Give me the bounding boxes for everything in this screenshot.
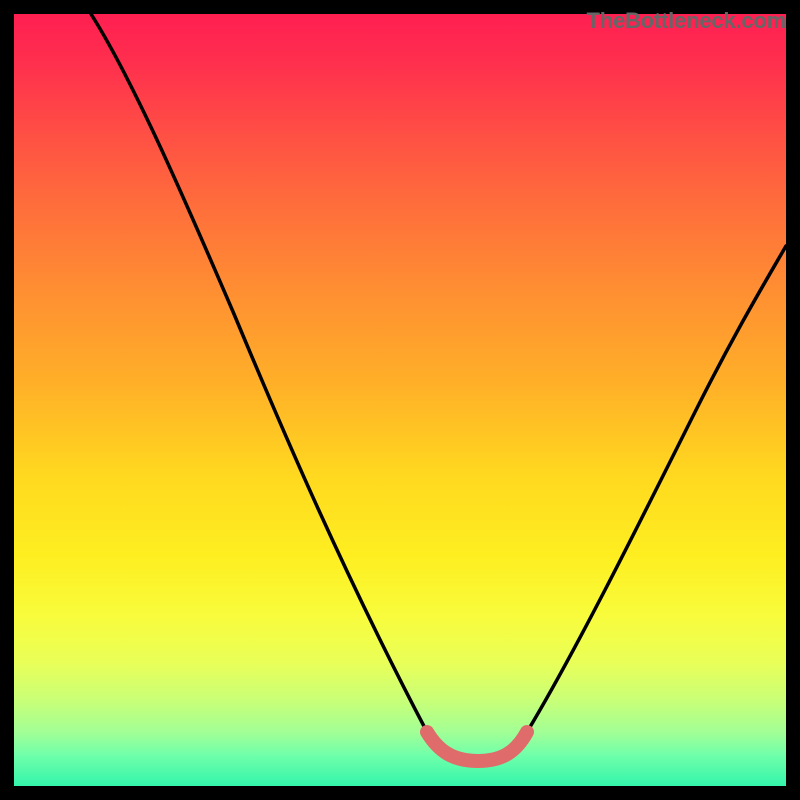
- plot-area: [14, 14, 786, 786]
- bottleneck-curve: [14, 14, 786, 786]
- watermark-text: TheBottleneck.com: [586, 8, 786, 34]
- canvas: TheBottleneck.com: [0, 0, 800, 800]
- curve-right: [527, 246, 786, 732]
- curve-left: [91, 14, 427, 732]
- curve-basin: [427, 732, 527, 761]
